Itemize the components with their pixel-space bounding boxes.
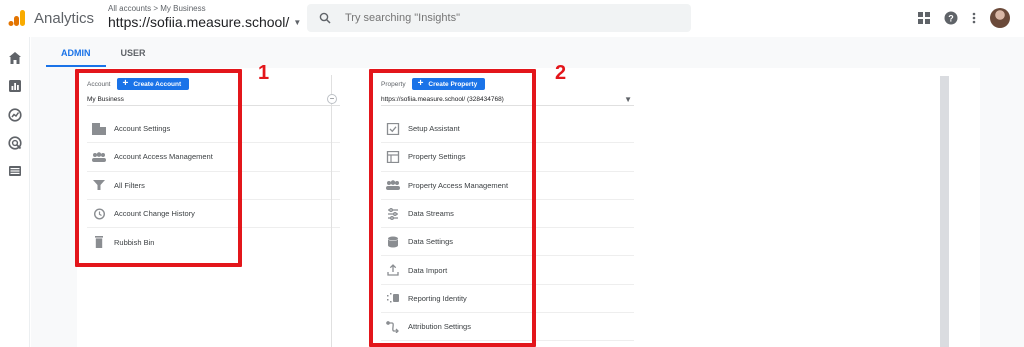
- property-picker[interactable]: https://sofiia.measure.school/ ▼: [108, 14, 301, 30]
- avatar[interactable]: [990, 8, 1010, 28]
- analytics-logo-icon[interactable]: [8, 9, 26, 27]
- annotation-number-1: 1: [258, 62, 270, 84]
- tab-user[interactable]: USER: [106, 37, 161, 67]
- svg-text:?: ?: [948, 14, 954, 24]
- top-bar: Analytics All accounts > My Business htt…: [0, 0, 1024, 37]
- annotation-number-2: 2: [555, 62, 567, 84]
- tab-admin[interactable]: ADMIN: [46, 37, 106, 67]
- advertising-icon[interactable]: [8, 136, 22, 150]
- search-bar[interactable]: [307, 4, 691, 32]
- property-name: https://sofiia.measure.school/: [108, 14, 290, 30]
- configure-icon[interactable]: [8, 164, 22, 178]
- breadcrumb[interactable]: All accounts > My Business: [108, 4, 206, 13]
- home-icon[interactable]: [8, 51, 22, 65]
- apps-grid-icon[interactable]: [918, 12, 930, 24]
- chevron-down-icon: ▼: [624, 95, 632, 104]
- column-divider: [331, 75, 332, 347]
- search-icon: [319, 12, 331, 24]
- collapse-toggle[interactable]: −: [327, 94, 337, 104]
- help-icon[interactable]: ?: [944, 11, 958, 25]
- left-nav: [0, 37, 30, 347]
- app-name: Analytics: [34, 10, 95, 27]
- scrollbar[interactable]: [940, 76, 949, 347]
- account-highlight-box: [75, 69, 242, 267]
- admin-tabs: ADMIN USER: [46, 37, 161, 67]
- more-vert-icon[interactable]: [972, 12, 976, 24]
- reports-icon[interactable]: [8, 79, 22, 93]
- explore-icon[interactable]: [8, 108, 22, 122]
- property-highlight-box: [369, 69, 536, 347]
- chevron-down-icon: ▼: [293, 17, 302, 27]
- search-input[interactable]: [345, 12, 645, 24]
